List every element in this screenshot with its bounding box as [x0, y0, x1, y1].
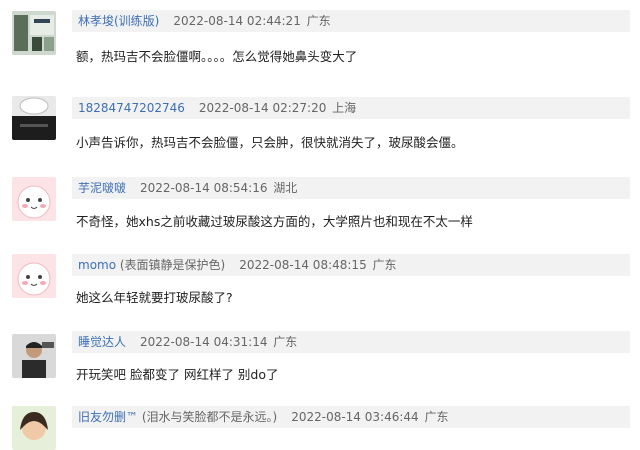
comment-location: 广东	[424, 410, 449, 424]
comment-meta: 芋泥啵啵 2022-08-14 08:54:16 湖北	[72, 177, 630, 199]
comment-location: 广东	[372, 258, 397, 272]
comment-location: 广东	[306, 14, 331, 28]
comment-location: 湖北	[273, 181, 298, 195]
user-avatar[interactable]	[12, 334, 56, 378]
comment-text: 开玩笑吧 脸都变了 网红样了 别do了	[76, 367, 279, 382]
comment-time: 2022-08-14 08:48:15	[239, 258, 367, 272]
user-avatar[interactable]	[12, 11, 56, 55]
photo-avatar-icon	[12, 11, 56, 55]
pink-cartoon-avatar-icon	[12, 177, 56, 221]
username-link[interactable]: 18284747202746	[78, 101, 185, 115]
username-link[interactable]: 林孝埈(训练版)	[78, 14, 159, 28]
username-note: (泪水与笑脸都不是永远。)	[138, 410, 278, 424]
comment-time: 2022-08-14 03:46:44	[291, 410, 419, 424]
comment-meta: momo (表面镇静是保护色) 2022-08-14 08:48:15 广东	[72, 254, 630, 276]
comment-text: 她这么年轻就要打玻尿酸了?	[76, 290, 233, 305]
comment-meta: 旧友勿删™ (泪水与笑脸都不是永远。) 2022-08-14 03:46:44 广…	[72, 406, 630, 428]
comment-location: 上海	[332, 101, 357, 115]
comment-location: 广东	[273, 335, 298, 349]
username-link[interactable]: 芋泥啵啵	[78, 181, 126, 195]
comment-meta: 林孝埈(训练版) 2022-08-14 02:44:21 广东	[72, 10, 630, 32]
comment-time: 2022-08-14 02:27:20	[198, 101, 327, 115]
comment-time: 2022-08-14 04:31:14	[140, 335, 268, 349]
pink-cartoon-avatar-icon	[12, 254, 56, 298]
comment-meta: 18284747202746 2022-08-14 02:27:20 上海	[72, 97, 630, 119]
user-avatar[interactable]	[12, 96, 56, 140]
comment-text: 额，热玛吉不会脸僵啊。。。。怎么觉得她鼻头变大了	[76, 49, 358, 64]
username-link[interactable]: momo	[78, 258, 116, 272]
user-avatar[interactable]	[12, 254, 56, 298]
girl-avatar-icon	[12, 406, 56, 450]
user-avatar[interactable]	[12, 406, 56, 450]
comment-text: 小声告诉你，热玛吉不会脸僵，只会肿，很快就消失了，玻尿酸会僵。	[76, 135, 464, 150]
comment-time: 2022-08-14 02:44:21	[173, 14, 301, 28]
username-link[interactable]: 睡觉达人	[78, 335, 126, 349]
comment-text: 不奇怪，她xhs之前收藏过玻尿酸这方面的，大学照片也和现在不太一样	[76, 214, 473, 229]
comment-meta: 睡觉达人 2022-08-14 04:31:14 广东	[72, 331, 630, 353]
user-avatar[interactable]	[12, 177, 56, 221]
person-avatar-icon	[12, 334, 56, 378]
username-link[interactable]: 旧友勿删™	[78, 410, 138, 424]
comment-time: 2022-08-14 08:54:16	[140, 181, 268, 195]
username-note: (表面镇静是保护色)	[116, 258, 226, 272]
dark-avatar-icon	[12, 96, 56, 140]
